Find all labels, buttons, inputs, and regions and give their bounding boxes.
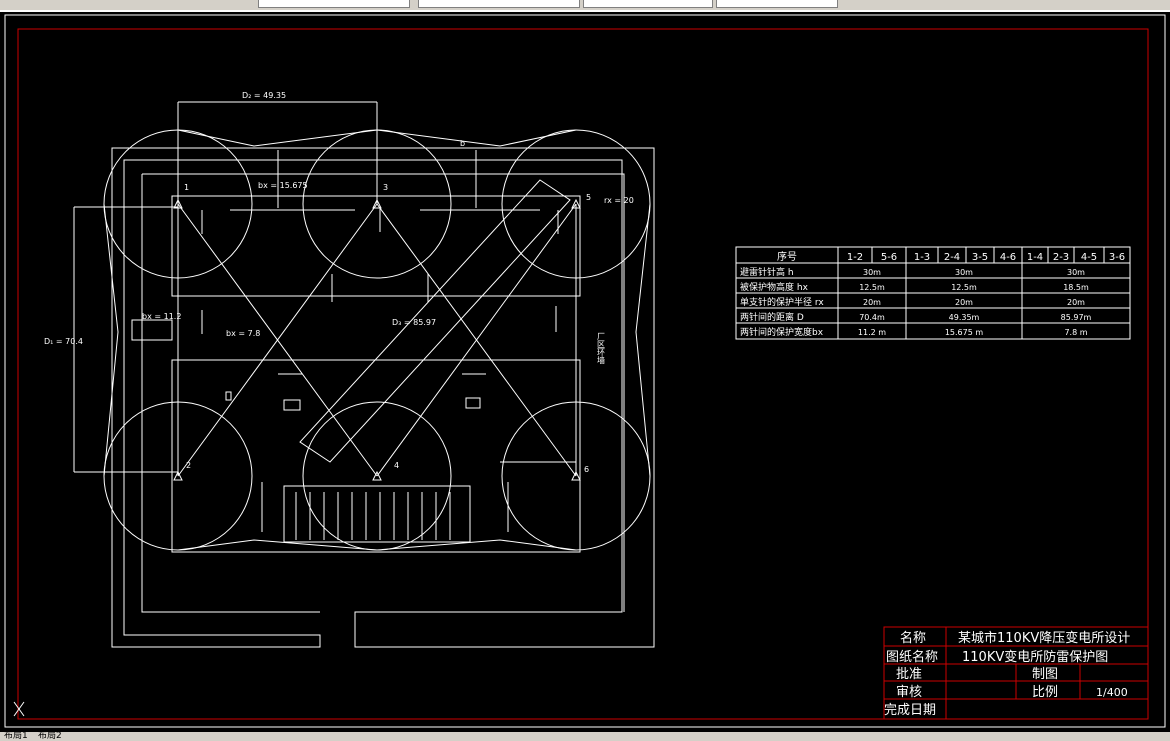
linetype-dropdown[interactable]: [583, 0, 713, 8]
dim-label-d2: D₂ = 49.35: [242, 91, 286, 100]
site-plan: [73, 101, 655, 648]
dim-label-rx: rx = 20: [604, 196, 634, 205]
table-cell: 30m: [955, 268, 973, 277]
table-cell: 15.675 m: [945, 328, 984, 337]
table-cell: 20m: [955, 298, 973, 307]
table-row-label: 单支针的保护半径 rx: [740, 296, 824, 308]
table-header-6: 4-6: [1000, 252, 1016, 263]
title-block: 名称 某城市110KV降压变电所设计 图纸名称 110KV变电所防雷保护图 批准…: [883, 626, 1149, 720]
needle-label-2: 2: [186, 461, 191, 470]
table-cell: 85.97m: [1061, 313, 1092, 322]
dim-label-bx-mid: bx = 7.8: [226, 329, 260, 338]
tab-layout2[interactable]: 布局2: [38, 732, 62, 741]
title-scale-label: 比例: [1032, 685, 1058, 700]
needle-label-5: 5: [586, 193, 591, 202]
layout-tabs-bar: 布局1 布局2: [0, 732, 1170, 741]
drawing-canvas[interactable]: D₂ = 49.35 b bx = 15.675 rx = 20 D₁ = 70…: [0, 12, 1170, 732]
dim-label-bx-top: bx = 15.675: [258, 181, 308, 190]
table-cell: 30m: [863, 268, 881, 277]
color-dropdown[interactable]: [418, 0, 580, 8]
title-draw-label: 制图: [1032, 667, 1058, 682]
table-header-8: 2-3: [1053, 252, 1069, 263]
table-cell: 30m: [1067, 268, 1085, 277]
dim-label-b: b: [460, 139, 465, 148]
table-row-label: 两针间的距离 D: [740, 311, 804, 323]
title-name-label: 名称: [900, 630, 926, 646]
title-drawing-name-label: 图纸名称: [886, 649, 938, 665]
title-date-label: 完成日期: [884, 703, 936, 718]
title-approve-label: 批准: [896, 667, 922, 682]
needle-markers: [173, 198, 581, 481]
dim-label-d1: D₁ = 70.4: [44, 337, 83, 346]
table-cell: 18.5m: [1063, 283, 1089, 292]
layer-dropdown[interactable]: [258, 0, 410, 8]
ucs-icon: [13, 701, 25, 717]
table-header-9: 4-5: [1081, 252, 1097, 263]
toolbar: [0, 0, 1170, 10]
dim-label-bx-left: bx = 11.2: [142, 312, 181, 321]
table-cell: 70.4m: [859, 313, 885, 322]
table-cell: 7.8 m: [1064, 328, 1087, 337]
fence-label: 厂区环墙: [597, 332, 606, 365]
table-header-3: 1-3: [914, 252, 930, 263]
tab-layout1[interactable]: 布局1: [4, 732, 28, 741]
table-cell: 20m: [863, 298, 881, 307]
needle-label-1: 1: [184, 183, 189, 192]
drawing-svg[interactable]: D₂ = 49.35 b bx = 15.675 rx = 20 D₁ = 70…: [0, 12, 1170, 732]
dim-label-d3: D₃ = 85.97: [392, 318, 436, 327]
outer-frame: [4, 14, 1166, 728]
table-header-4: 2-4: [944, 252, 960, 263]
needle-label-4: 4: [394, 461, 399, 470]
table-cell: 12.5m: [859, 283, 885, 292]
needle-label-6: 6: [584, 465, 589, 474]
table-cell: 12.5m: [951, 283, 977, 292]
title-review-label: 审核: [896, 685, 922, 700]
table-row-label: 避雷针针高 h: [740, 266, 794, 278]
lineweight-dropdown[interactable]: [716, 0, 838, 8]
table-row-label: 两针间的保护宽度bx: [740, 326, 824, 338]
table-header-7: 1-4: [1027, 252, 1043, 263]
title-drawing-name-value: 110KV变电所防雷保护图: [962, 649, 1108, 665]
table-header-0: 序号: [777, 250, 797, 263]
table-cell: 49.35m: [949, 313, 980, 322]
table-cell: 20m: [1067, 298, 1085, 307]
title-scale-value: 1/400: [1096, 686, 1128, 699]
table-cell: 11.2 m: [858, 328, 886, 337]
table-header-2: 5-6: [881, 252, 897, 263]
title-name-value: 某城市110KV降压变电所设计: [958, 630, 1130, 646]
needle-label-3: 3: [383, 183, 388, 192]
table-row-label: 被保护物高度 hx: [740, 281, 809, 293]
param-table: 序号 1-2 5-6 1-3 2-4 3-5 4-6 1-4 2-3 4-5 3…: [735, 246, 1131, 340]
table-header-1: 1-2: [847, 252, 863, 263]
table-header-10: 3-6: [1109, 252, 1125, 263]
table-header-5: 3-5: [972, 252, 988, 263]
